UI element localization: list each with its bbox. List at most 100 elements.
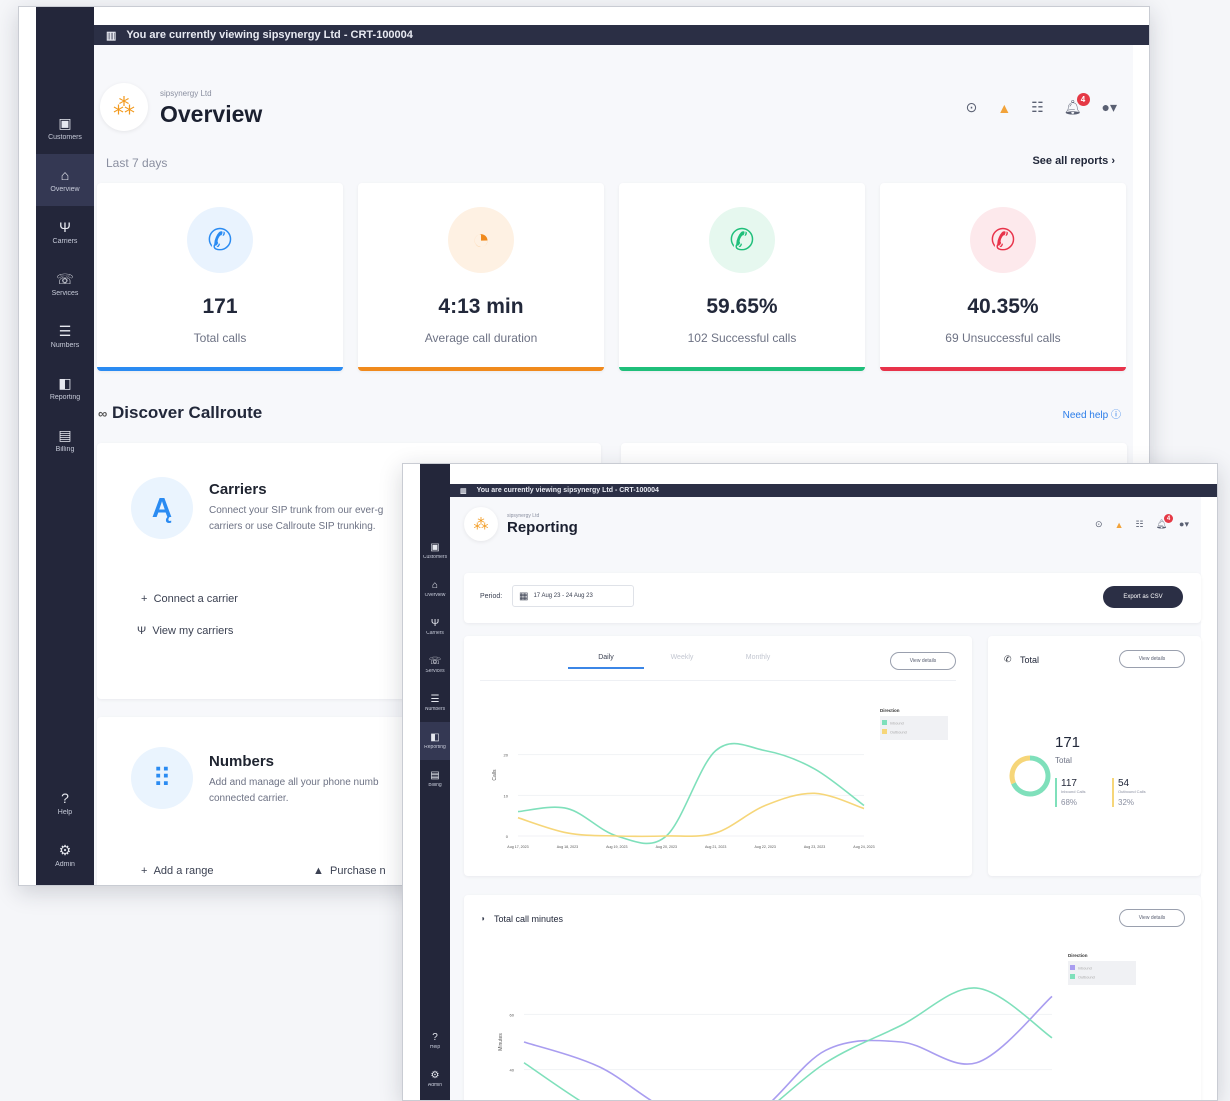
stat-card[interactable]: ✆ 171 Total calls (97, 183, 343, 371)
x-tick-label: Aug 22, 2023 (754, 845, 775, 849)
connect-carrier-label: Connect a carrier (153, 593, 238, 605)
y-axis-label: Minutes (498, 1033, 504, 1051)
stat-card[interactable]: ✆ 40.35% 69 Unsuccessful calls (880, 183, 1126, 371)
list-icon[interactable]: ☷ (1136, 519, 1144, 530)
home-icon: ⌂ (431, 579, 439, 591)
minutes-line-chart: 204060MinutesDirectionInboundOutbound (498, 953, 1136, 1100)
org-name: sipsynergy Ltd (160, 89, 212, 98)
sidebar-item-label: Admin (55, 860, 75, 868)
legend-label: Outbound (890, 731, 907, 735)
phone-services-icon: ☏ (428, 655, 442, 667)
sidebar-item-label: Overview (50, 185, 80, 193)
lock-icon[interactable]: ▲ (1115, 520, 1124, 530)
numbers-icon: ☰ (58, 322, 72, 339)
y-tick-label: 40 (510, 1068, 515, 1073)
sidebar-item-reporting[interactable]: ◧ Reporting (36, 362, 94, 414)
antenna-icon: Ψ (430, 617, 440, 629)
total-card: ✆ Total View details 171 Total 117 Inbou… (988, 636, 1201, 876)
period-bar: Period: ▦ 17 Aug 23 - 24 Aug 23 Export a… (464, 573, 1201, 623)
bell-icon[interactable]: 🔔︎ 4 (1064, 93, 1090, 116)
sidebar-item-label: Customers (48, 133, 82, 141)
see-all-reports-link[interactable]: See all reports › (1032, 155, 1115, 167)
legend-swatch-inbound (882, 720, 887, 725)
sidebar-item-numbers[interactable]: ☰ Numbers (36, 310, 94, 362)
sidebar-item-overview[interactable]: ⌂ Overview (420, 570, 450, 608)
sidebar-item-customers[interactable]: ▣ Customers (420, 532, 450, 570)
building-icon: ▥ (460, 487, 467, 495)
sidebar-item-carriers[interactable]: Ψ Carriers (36, 206, 94, 258)
help-circle-icon[interactable]: ⊙ (1095, 519, 1103, 530)
add-range-link[interactable]: + Add a range (141, 865, 214, 877)
help-circle-icon[interactable]: ⊙ (966, 99, 978, 116)
main-content: ⁂ sipsynergy Ltd Reporting ⊙ ▲ ☷ 🔔︎ 4 ●▾ … (450, 497, 1201, 1100)
stat-label: 102 Successful calls (687, 331, 797, 345)
x-tick-label: Aug 21, 2023 (705, 845, 726, 849)
list-icon[interactable]: ☷ (1031, 99, 1044, 116)
admin-icon: ⚙ (58, 841, 72, 858)
sidebar-item-services[interactable]: ☏ Services (36, 258, 94, 310)
legend-title: Direction (880, 708, 900, 713)
sidebar-item-customers[interactable]: ▣ Customers (36, 102, 94, 154)
sidebar-item-carriers[interactable]: Ψ Carriers (420, 608, 450, 646)
outbound-value: 54 (1118, 778, 1130, 789)
binoculars-icon: ∞ (98, 406, 108, 421)
inbound-value: 117 (1061, 778, 1077, 789)
legend-label: Outbound (1078, 976, 1095, 980)
stat-card[interactable]: ✆ 59.65% 102 Successful calls (619, 183, 865, 371)
legend-box (1068, 961, 1136, 985)
sidebar-item-label: Services (425, 668, 445, 674)
antenna-icon: Ą (131, 477, 193, 539)
sidebar-item-admin[interactable]: ⚙ Admin (420, 1060, 450, 1098)
export-csv-button[interactable]: Export as CSV (1103, 586, 1183, 608)
sidebar-item-label: Help (57, 808, 73, 816)
notification-badge: 4 (1164, 514, 1174, 523)
notification-badge: 4 (1076, 93, 1090, 106)
legend-title: Direction (1068, 953, 1088, 958)
sidebar-item-help[interactable]: ? Help (420, 1022, 450, 1060)
sidebar-item-label: Customers (422, 554, 448, 560)
avatar-icon[interactable]: ●▾ (1179, 519, 1189, 530)
calls-chart-card: Daily Weekly Monthly View details 0 10 20 Cal… (464, 636, 972, 876)
avatar-icon[interactable]: ●▾ (1102, 99, 1117, 116)
x-tick-label: Aug 18, 2023 (557, 845, 578, 849)
x-tick-label: Aug 17, 2023 (507, 845, 528, 849)
sidebar-item-reporting[interactable]: ◧ Reporting (420, 722, 450, 760)
stat-card[interactable]: ◔ 4:13 min Average call duration (358, 183, 604, 371)
inbound-stat: 117 Inbound Calls 68% (1055, 778, 1107, 807)
phone-icon: ✆ (187, 207, 253, 273)
stat-label: Total calls (193, 331, 247, 345)
sidebar-item-numbers[interactable]: ☰ Numbers (420, 684, 450, 722)
sidebar-item-billing[interactable]: ▤ Billing (420, 760, 450, 798)
y-tick-label: 20 (504, 753, 509, 758)
sidebar-item-services[interactable]: ☏ Services (420, 646, 450, 684)
period-label: Last 7 days (106, 156, 168, 170)
stat-value: 40.35% (967, 295, 1039, 318)
reporting-icon: ◧ (430, 731, 440, 743)
page-title: Overview (160, 101, 263, 127)
y-tick-label: 0 (506, 834, 509, 839)
carriers-title: Carriers (209, 481, 267, 498)
view-carriers-link[interactable]: Ψ View my carriers (137, 625, 233, 637)
carriers-desc: Connect your SIP trunk from our ever-g c… (209, 505, 384, 532)
sidebar-item-help[interactable]: ? Help (36, 777, 94, 829)
purchase-link[interactable]: ▲ Purchase n (313, 865, 386, 877)
customers-icon: ▣ (58, 114, 72, 131)
connect-carrier-link[interactable]: + Connect a carrier (141, 593, 238, 605)
inbound-pct: 68% (1061, 798, 1078, 807)
sidebar-item-label: Billing (428, 782, 442, 788)
outbound-stat: 54 Outbound Calls 32% (1112, 778, 1168, 807)
customers-icon: ▣ (430, 541, 440, 553)
sidebar-item-overview[interactable]: ⌂ Overview (36, 154, 94, 206)
call-failed-icon: ✆ (970, 207, 1036, 273)
date-range-picker[interactable]: ▦ 17 Aug 23 - 24 Aug 23 (512, 585, 634, 607)
sidebar-item-billing[interactable]: ▤ Billing (36, 414, 94, 466)
sidebar-item-admin[interactable]: ⚙ Admin (36, 829, 94, 881)
bell-icon[interactable]: 🔔︎ 4 (1156, 514, 1174, 530)
lock-icon[interactable]: ▲ (997, 100, 1011, 116)
view-carriers-label: View my carriers (152, 625, 234, 637)
outbound-label: Outbound Calls (1118, 789, 1146, 794)
stat-value: 59.65% (706, 295, 778, 318)
antenna-icon: Ψ (59, 218, 71, 235)
total-value: 171 (1055, 734, 1081, 751)
need-help-link[interactable]: Need help ⓘ (1063, 406, 1121, 421)
